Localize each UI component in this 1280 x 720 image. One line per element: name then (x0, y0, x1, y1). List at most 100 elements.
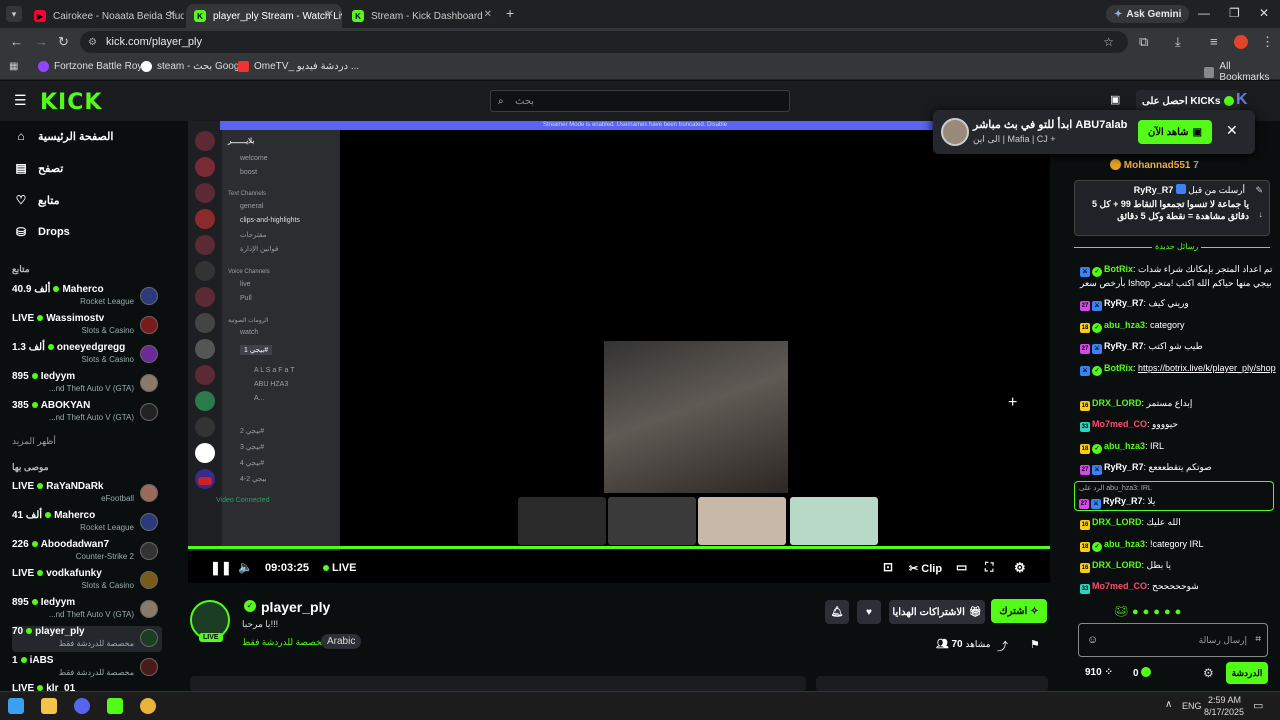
extensions-icon[interactable]: ⧉ (1139, 34, 1148, 50)
gift-subs-button[interactable]: الاشتراكات الهدايا 🎁︎ (889, 600, 985, 624)
theater-mode-icon[interactable]: ⊡ (883, 560, 893, 574)
bookmark-star-icon[interactable]: ☆ (1103, 35, 1114, 49)
chat-username[interactable]: BotRix (1104, 363, 1133, 373)
pinned-author[interactable]: RyRy_R7 (1134, 185, 1174, 195)
pip-icon[interactable]: ▭ (956, 560, 967, 574)
reply-context[interactable]: الرد على abu_hza3: IRL (1079, 483, 1269, 495)
video-player[interactable]: بلايـــــــر welcome boost Text Channels… (188, 121, 1050, 583)
report-icon[interactable]: ⚑ (1030, 638, 1040, 651)
file-explorer-icon[interactable] (41, 698, 57, 714)
emote-icon[interactable]: ● (1143, 606, 1154, 618)
clip-button[interactable]: ✂ Clip (909, 562, 942, 575)
fullscreen-icon[interactable]: ⛶ (985, 560, 993, 575)
emote-icon[interactable]: ● (1164, 606, 1175, 618)
sidebar-channel[interactable]: LIVE klr_01 (12, 683, 162, 691)
sidebar-channel[interactable]: 895 Iedyym ...nd Theft Auto V (GTA) (12, 371, 162, 397)
emote-icon[interactable]: ● (1175, 606, 1186, 618)
nav-browse[interactable]: ▤ تصفح (14, 161, 63, 175)
url-field[interactable]: ⚙ kick.com/player_ply ☆ (80, 31, 1128, 53)
apps-icon[interactable]: ▦ (9, 61, 18, 72)
search-input[interactable]: ⌕ بحث (490, 90, 790, 112)
nav-drops[interactable]: ⛁ Drops (14, 225, 70, 239)
language-tag[interactable]: Arabic (321, 634, 362, 649)
chat-input[interactable]: ☺ إرسال رسالة ⌗ (1078, 623, 1268, 657)
chat-username[interactable]: RyRy_R7 (1103, 496, 1143, 506)
forward-icon[interactable]: → (35, 34, 48, 49)
minimize-icon[interactable]: — (1198, 6, 1210, 20)
media-icon[interactable]: ≡ (1210, 34, 1218, 49)
all-bookmarks[interactable]: All Bookmarks (1204, 61, 1280, 83)
notification-avatar[interactable] (941, 118, 969, 146)
sidebar-channel[interactable]: LIVE vodkafunky Slots & Casino (12, 568, 162, 594)
sidebar-channel[interactable]: LIVE Wassimostv Slots & Casino (12, 313, 162, 339)
chat-username[interactable]: RyRy_R7 (1104, 298, 1144, 308)
chat-username[interactable]: RyRy_R7 (1104, 462, 1144, 472)
kicks-balance[interactable]: 0 (1133, 667, 1152, 679)
profile-k-icon[interactable]: K (1236, 91, 1248, 109)
store-icon[interactable]: ▣ (1110, 93, 1120, 106)
reload-icon[interactable]: ↻ (58, 34, 69, 50)
chat-username[interactable]: BotRix (1104, 264, 1133, 274)
language-indicator[interactable]: ENG (1182, 701, 1202, 711)
kick-logo[interactable]: KICK (40, 90, 102, 115)
emote-icon[interactable]: ● (1153, 606, 1164, 618)
notify-bell-button[interactable]: 🔔︎ (825, 600, 849, 624)
chat-link[interactable]: https://botrix.live/k/player_ply/shop (1138, 363, 1276, 373)
settings-icon[interactable]: ⚙ (1014, 560, 1026, 576)
tray-chevron-icon[interactable]: ∧ (1165, 699, 1172, 710)
kick-studio-icon[interactable] (107, 698, 123, 714)
emote-icon[interactable]: 🐸︎ (1114, 606, 1132, 618)
back-icon[interactable]: ← (10, 34, 23, 49)
sidebar-channel[interactable]: 40.9 ألف Maherco Rocket League (12, 284, 162, 310)
chat-settings-icon[interactable]: ⚙ (1203, 666, 1214, 680)
subscribe-button[interactable]: اشترك ✧ (991, 599, 1047, 623)
chat-username[interactable]: Mo7med_CO (1092, 581, 1147, 591)
emote-icon[interactable]: ● (1132, 606, 1143, 618)
sidebar-channel[interactable]: 385 ABOKYAN ...nd Theft Auto V (GTA) (12, 400, 162, 426)
tab-player-ply[interactable]: K player_ply Stream - Watch Live ✕ (186, 4, 342, 28)
windows-start-icon[interactable] (8, 698, 24, 714)
sidebar-channel[interactable]: 1.3 ألف oneeyedgregg Slots & Casino (12, 342, 162, 368)
follow-heart-button[interactable]: ♥ (857, 600, 881, 624)
discord-icon[interactable] (74, 698, 90, 714)
chat-username[interactable]: abu_hza3 (1104, 441, 1145, 451)
sidebar-channel[interactable]: 226 Aboodadwan7 Counter-Strike 2 (12, 539, 162, 565)
chat-username[interactable]: RyRy_R7 (1104, 341, 1144, 351)
chat-username[interactable]: DRX_LORD (1092, 398, 1142, 408)
sidebar-channel[interactable]: 41 ألف Maherco Rocket League (12, 510, 162, 536)
chat-username[interactable]: DRX_LORD (1092, 560, 1142, 570)
site-info-icon[interactable]: ⚙ (88, 37, 97, 48)
get-kicks-button[interactable]: احصل على KICKs (1136, 90, 1241, 112)
watch-now-button[interactable]: شاهد الآن ▣ (1138, 120, 1212, 144)
chat-username[interactable]: abu_hza3 (1104, 320, 1145, 330)
chat-username[interactable]: abu_hza3 (1104, 539, 1145, 549)
tab-list-icon[interactable]: ▾ (6, 6, 22, 22)
download-icon[interactable]: ⤓ (1175, 34, 1181, 50)
clock-time[interactable]: 2:59 AM (1208, 695, 1241, 705)
pause-icon[interactable]: ❚❚ (210, 560, 232, 576)
close-tab-icon[interactable]: ✕ (484, 9, 492, 20)
nav-following[interactable]: ♡ متابع (14, 193, 60, 207)
sidebar-channel[interactable]: 1 iABS مخصصة للدردشة فقط (12, 655, 162, 681)
close-tab-icon[interactable]: ✕ (168, 9, 176, 20)
hamburger-menu-icon[interactable]: ☰ (14, 92, 27, 109)
ask-gemini-button[interactable]: ✦ Ask Gemini (1106, 5, 1190, 23)
nav-home[interactable]: ⌂ الصفحة الرئيسية (14, 129, 113, 143)
volume-icon[interactable]: 🔈 (238, 560, 253, 574)
sidebar-channel[interactable]: 895 Iedyym ...nd Theft Auto V (GTA) (12, 597, 162, 623)
menu-icon[interactable]: ⋮ (1261, 34, 1274, 50)
bookmark-steam[interactable]: steam - بحث Google (141, 61, 247, 72)
tab-cairokee[interactable]: ▶ Cairokee - Noaata Beida Studio ✕ (26, 4, 184, 28)
bookmark-fortnite[interactable]: Fortzone Battle Roy... (38, 61, 150, 72)
emoji-icon[interactable]: ☺ (1087, 634, 1098, 646)
maximize-icon[interactable]: ❐ (1229, 6, 1240, 20)
share-icon[interactable]: ⤴ (997, 638, 1008, 654)
close-window-icon[interactable]: ✕ (1259, 6, 1269, 20)
show-more-link[interactable]: أظهر المزيد (12, 436, 56, 447)
pin-icon[interactable]: ✎ (1255, 185, 1263, 196)
sidebar-channel-selected[interactable]: 70 player_ply مخصصة للدردشة فقط (12, 626, 162, 652)
chat-username[interactable]: Mo7med_CO (1092, 419, 1147, 429)
bookmark-ometv[interactable]: OmeTV_ دردشة فيديو ... (238, 61, 359, 72)
clock-date[interactable]: 8/17/2025 (1204, 707, 1244, 717)
chat-username[interactable]: DRX_LORD (1092, 517, 1142, 527)
